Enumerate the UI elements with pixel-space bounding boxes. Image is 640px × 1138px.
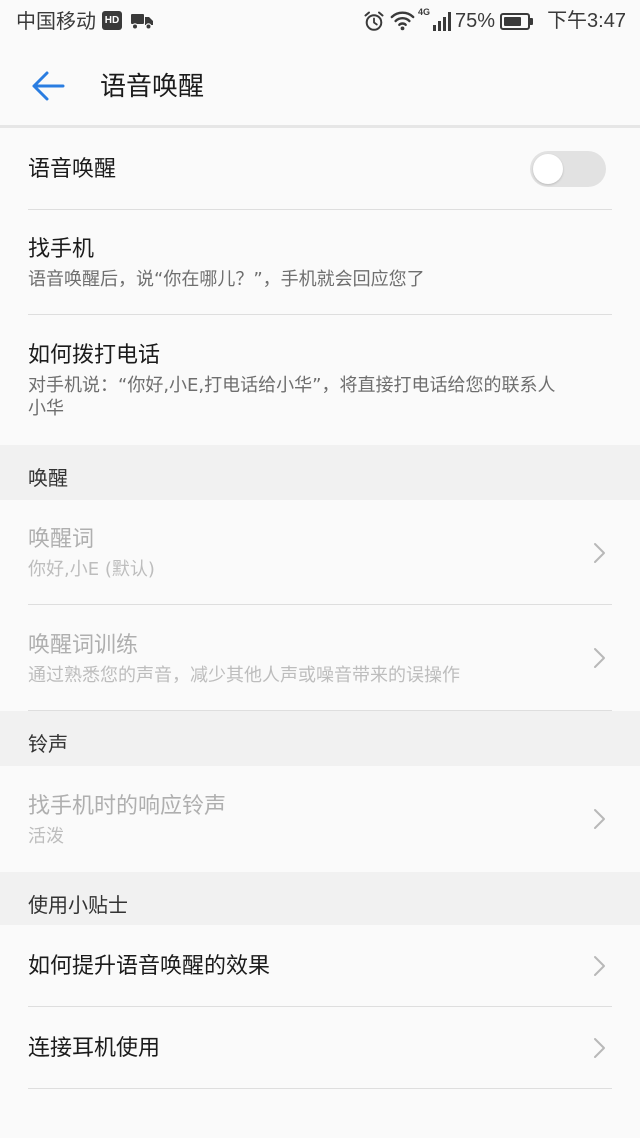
wake-word-training-subtitle: 通过熟悉您的声音，减少其他人声或噪音带来的误操作 [28, 664, 460, 686]
improve-wake-effect-row[interactable]: 如何提升语音唤醒的效果 [0, 925, 640, 1007]
battery-percent: 75% [455, 10, 496, 32]
section-header-tips: 使用小贴士 [0, 872, 640, 925]
find-phone-title: 找手机 [28, 237, 95, 262]
chevron-right-icon [594, 542, 605, 563]
find-phone-ringtone-title: 找手机时的响应铃声 [28, 793, 227, 819]
network-type-label: 4G [418, 7, 431, 17]
arrow-left-icon [32, 71, 65, 101]
how-to-call-title: 如何拨打电话 [28, 343, 161, 368]
battery-fill [504, 17, 521, 26]
find-phone-subtitle: 语音唤醒后，说“你在哪儿？”，手机就会回应您了 [28, 269, 425, 290]
wake-word-row[interactable]: 唤醒词 你好,小E (默认) [0, 500, 640, 605]
battery-body [500, 13, 530, 30]
use-with-headset-row[interactable]: 连接耳机使用 [0, 1007, 640, 1089]
voice-wake-toggle-row[interactable]: 语音唤醒 [0, 128, 640, 210]
chevron-right-icon [594, 809, 605, 829]
section-header-wake: 唤醒 [0, 445, 640, 500]
use-with-headset-title: 连接耳机使用 [28, 1036, 161, 1061]
chevron-right-icon [594, 648, 605, 668]
wake-word-training-row[interactable]: 唤醒词训练 通过熟悉您的声音，减少其他人声或噪音带来的误操作 [0, 605, 640, 711]
battery-icon [500, 13, 534, 30]
wake-word-training-title: 唤醒词训练 [28, 632, 139, 658]
wifi-icon [390, 10, 415, 31]
app-bar: 语音唤醒 [0, 44, 640, 125]
find-phone-row[interactable]: 找手机 语音唤醒后，说“你在哪儿？”，手机就会回应您了 [0, 210, 640, 315]
how-to-call-subtitle: 对手机说：“你好,小E,打电话给小华”，将直接打电话给您的联系人小华 [28, 375, 556, 419]
battery-tip [530, 18, 533, 25]
find-phone-ringtone-row[interactable]: 找手机时的响应铃声 活泼 [0, 766, 640, 872]
hd-badge-icon: HD [102, 11, 122, 30]
page-title: 语音唤醒 [100, 72, 205, 102]
voice-wake-toggle[interactable] [530, 151, 606, 187]
clock-time: 下午3:47 [547, 10, 626, 32]
truck-icon [130, 12, 154, 30]
toggle-knob [533, 154, 563, 184]
voice-wake-settings-screen: { "colors": { "accent": "#2a7de1", "page… [0, 0, 640, 1138]
how-to-call-row[interactable]: 如何拨打电话 对手机说：“你好,小E,打电话给小华”，将直接打电话给您的联系人小… [0, 315, 640, 445]
wake-word-subtitle: 你好,小E (默认) [28, 559, 155, 580]
find-phone-ringtone-value: 活泼 [28, 825, 64, 847]
chevron-right-icon [594, 1038, 605, 1058]
wake-word-title: 唤醒词 [28, 527, 95, 552]
back-button[interactable] [24, 62, 72, 110]
status-bar: 中国移动 HD 4G 75% 下午3:47 [0, 0, 640, 44]
improve-wake-effect-title: 如何提升语音唤醒的效果 [28, 954, 271, 979]
section-header-ringtone: 铃声 [0, 711, 640, 766]
carrier-name: 中国移动 [16, 9, 96, 33]
voice-wake-title: 语音唤醒 [28, 157, 117, 182]
settings-list: 语音唤醒 找手机 语音唤醒后，说“你在哪儿？”，手机就会回应您了 如何拨打电话 … [0, 128, 640, 1089]
alarm-icon [363, 10, 385, 32]
signal-icon [432, 11, 452, 31]
chevron-right-icon [594, 956, 605, 976]
